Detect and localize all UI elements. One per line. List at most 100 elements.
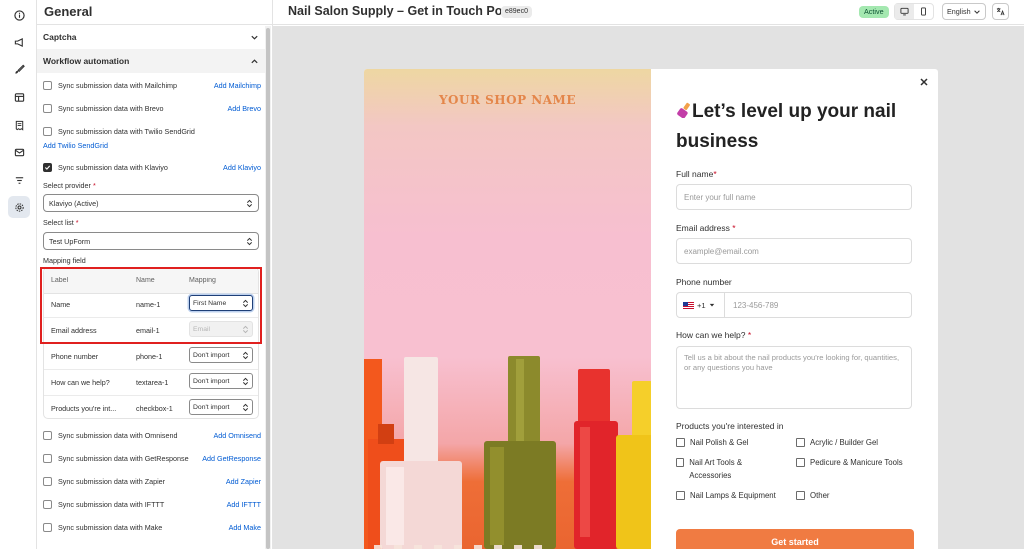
add-ifttt-link[interactable]: Add IFTTT: [227, 500, 261, 509]
info-icon[interactable]: [8, 4, 30, 26]
megaphone-icon[interactable]: [8, 31, 30, 53]
add-brevo-link[interactable]: Add Brevo: [227, 104, 261, 113]
full-name-label: Full name*: [676, 169, 717, 179]
integration-label: Sync submission data with Zapier: [58, 476, 166, 486]
product-option[interactable]: Other: [796, 489, 916, 502]
popup-preview: YOUR SHOP NAME Let’s level up your nail …: [364, 69, 938, 549]
product-option[interactable]: Nail Art Tools & Accessories: [676, 456, 776, 482]
integration-mailchimp: Sync submission data with Mailchimp Add …: [43, 78, 261, 92]
section-workflow-automation[interactable]: Workflow automation: [37, 49, 265, 73]
mapping-select-checkbox[interactable]: Don't import: [189, 399, 253, 415]
list-select[interactable]: Test UpForm: [43, 232, 259, 250]
add-make-link[interactable]: Add Make: [229, 523, 261, 532]
add-mailchimp-link[interactable]: Add Mailchimp: [214, 81, 261, 90]
language-value: English: [947, 7, 971, 16]
layout-icon[interactable]: [8, 86, 30, 108]
device-toggle: [894, 3, 934, 20]
phone-label: Phone number: [676, 277, 732, 287]
shop-name-logo: YOUR SHOP NAME: [438, 93, 576, 107]
chevron-up-icon: [251, 58, 258, 63]
product-option[interactable]: Nail Lamps & Equipment: [676, 489, 796, 502]
brevo-checkbox[interactable]: [43, 103, 52, 113]
integration-label: Sync submission data with Omnisend: [58, 430, 178, 440]
caret-down-icon: [709, 303, 714, 307]
list-value: Test UpForm: [49, 236, 91, 246]
integration-brevo: Sync submission data with Brevo Add Brev…: [43, 101, 261, 115]
panel-title: General: [44, 4, 93, 19]
scrollbar-thumb[interactable]: [266, 28, 270, 549]
provider-select[interactable]: Klaviyo (Active): [43, 194, 259, 212]
mapping-value: Don't import: [193, 403, 230, 411]
full-name-input[interactable]: Enter your full name: [676, 184, 912, 210]
row-divider: [44, 395, 258, 396]
row-label: How can we help?: [51, 378, 110, 387]
settings-gear-icon[interactable]: [8, 196, 30, 218]
section-captcha[interactable]: Captcha: [37, 25, 265, 49]
nail-polish-bottles-image: [364, 356, 651, 549]
integration-omnisend: Sync submission data with Omnisend Add O…: [43, 428, 261, 442]
zapier-checkbox[interactable]: [43, 476, 52, 486]
language-select[interactable]: English: [942, 3, 986, 20]
us-flag-icon: [683, 301, 694, 309]
integration-getresponse: Sync submission data with GetResponse Ad…: [43, 451, 261, 465]
products-label: Products you're interested in: [676, 421, 784, 431]
brush-icon[interactable]: [8, 58, 30, 80]
getresponse-checkbox[interactable]: [43, 453, 52, 463]
mailchimp-checkbox[interactable]: [43, 80, 52, 90]
filter-icon[interactable]: [8, 169, 30, 191]
mobile-view-button[interactable]: [914, 4, 933, 19]
add-getresponse-link[interactable]: Add GetResponse: [202, 454, 261, 463]
product-checkbox[interactable]: [796, 438, 805, 447]
add-sendgrid-link[interactable]: Add Twilio SendGrid: [43, 141, 108, 150]
product-checkbox[interactable]: [676, 458, 685, 467]
add-klaviyo-link[interactable]: Add Klaviyo: [223, 163, 261, 172]
product-checkbox[interactable]: [796, 491, 805, 500]
integration-label: Sync submission data with Klaviyo: [58, 162, 168, 172]
omnisend-checkbox[interactable]: [43, 430, 52, 440]
email-input[interactable]: example@email.com: [676, 238, 912, 264]
id-badge: e89ec0: [501, 6, 532, 18]
sendgrid-checkbox[interactable]: [43, 126, 52, 136]
integration-klaviyo: Sync submission data with Klaviyo Add Kl…: [43, 160, 261, 174]
hero-image: YOUR SHOP NAME: [364, 69, 651, 549]
ifttt-checkbox[interactable]: [43, 499, 52, 509]
chevron-down-icon: [974, 9, 980, 14]
mapping-value: Don't import: [193, 377, 230, 385]
translate-button[interactable]: [992, 3, 1009, 20]
country-code-select[interactable]: +1: [677, 293, 725, 317]
icon-rail: [0, 0, 37, 549]
mail-icon[interactable]: [8, 141, 30, 163]
integration-label: Sync submission data with IFTTT: [58, 499, 165, 509]
integration-label: Sync submission data with Mailchimp: [58, 80, 178, 90]
product-checkbox[interactable]: [796, 458, 805, 467]
row-label: Phone number: [51, 352, 99, 361]
klaviyo-checkbox[interactable]: [43, 162, 52, 172]
close-icon[interactable]: [919, 77, 929, 87]
desktop-view-button[interactable]: [895, 4, 914, 19]
product-checkbox[interactable]: [676, 491, 685, 500]
mapping-value: Don't import: [193, 351, 230, 359]
add-omnisend-link[interactable]: Add Omnisend: [213, 431, 261, 440]
product-checkbox[interactable]: [676, 438, 685, 447]
top-bar: Nail Salon Supply – Get in Touch Popup e…: [273, 0, 1024, 25]
row-label: Products you're int...: [51, 404, 117, 413]
make-checkbox[interactable]: [43, 522, 52, 532]
select-arrows-icon: [246, 199, 253, 207]
highlight-annotation: [40, 267, 262, 344]
mapping-select-textarea[interactable]: Don't import: [189, 373, 253, 389]
nail-polish-icon: [677, 102, 690, 119]
select-arrows-icon: [242, 403, 249, 411]
add-zapier-link[interactable]: Add Zapier: [226, 477, 261, 486]
help-textarea[interactable]: Tell us a bit about the nail products yo…: [676, 346, 912, 409]
phone-placeholder: 123-456-789: [733, 300, 779, 310]
product-option[interactable]: Pedicure & Manicure Tools: [796, 456, 926, 469]
provider-label: Select provider *: [43, 181, 96, 190]
status-badge: Active: [859, 6, 889, 18]
checkmark-icon: [44, 165, 51, 170]
get-started-button[interactable]: Get started: [676, 529, 914, 549]
mapping-select-phone[interactable]: Don't import: [189, 347, 253, 363]
product-option[interactable]: Acrylic / Builder Gel: [796, 436, 921, 449]
receipt-icon[interactable]: [8, 114, 30, 136]
phone-input[interactable]: +1 123-456-789: [676, 292, 912, 318]
product-option[interactable]: Nail Polish & Gel: [676, 436, 791, 449]
